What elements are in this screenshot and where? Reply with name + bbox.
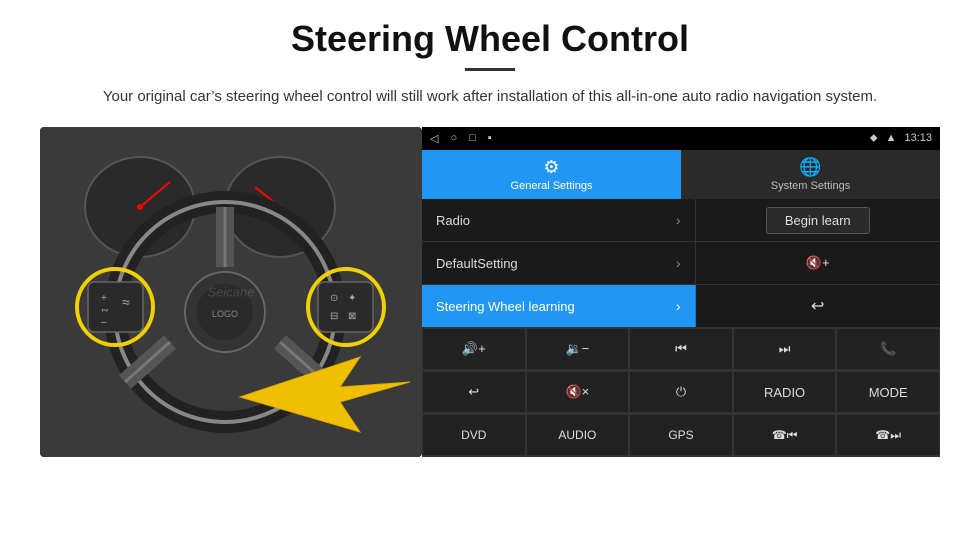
tab-system-label: System Settings xyxy=(771,180,850,192)
phone-next-btn[interactable]: ☎⏭ xyxy=(836,414,940,456)
default-label: DefaultSetting xyxy=(436,256,518,271)
phone-next-icon: ☎⏭ xyxy=(875,428,901,443)
wifi-icon: ▲ xyxy=(886,132,897,144)
title-divider xyxy=(465,68,515,71)
gps-btn[interactable]: GPS xyxy=(629,414,733,456)
hangup-icon: ↩ xyxy=(811,296,824,316)
controls-grid-row1: 🔊+ 🔉− ⏮ ⏭ 📞 xyxy=(422,328,940,371)
hangup-phone-icon: ↩ xyxy=(468,384,479,400)
prev-icon: ⏮ xyxy=(675,341,687,357)
tab-general-settings[interactable]: ⚙ General Settings xyxy=(422,150,681,199)
status-bar-left: ◁ ○ □ ▪ xyxy=(430,132,492,145)
ctrl-btn-hangup[interactable]: ↩ xyxy=(696,285,941,327)
mute-btn[interactable]: 🔇× xyxy=(526,371,630,413)
status-bar: ◁ ○ □ ▪ ⬥ ▲ 13:13 xyxy=(422,127,940,150)
page-container: Steering Wheel Control Your original car… xyxy=(0,0,980,467)
steering-row: Steering Wheel learning › ↩ xyxy=(422,285,940,328)
page-title: Steering Wheel Control xyxy=(40,18,940,60)
system-icon: 🌐 xyxy=(799,157,821,178)
prev-btn[interactable]: ⏮ xyxy=(629,328,733,370)
tab-system-settings[interactable]: 🌐 System Settings xyxy=(681,150,940,199)
ctrl-btn-volup[interactable]: 🔇+ xyxy=(696,242,941,284)
content-rows: Radio › Begin learn DefaultSetting › 🔇+ xyxy=(422,199,940,457)
home-icon: ○ xyxy=(450,132,457,144)
dvd-btn[interactable]: DVD xyxy=(422,414,526,456)
svg-text:LOGO: LOGO xyxy=(212,309,238,319)
begin-learn-button[interactable]: Begin learn xyxy=(766,207,870,234)
phone-btn[interactable]: 📞 xyxy=(836,328,940,370)
next-btn[interactable]: ⏭ xyxy=(733,328,837,370)
steering-label: Steering Wheel learning xyxy=(436,299,575,314)
hangup-btn[interactable]: ↩ xyxy=(422,371,526,413)
controls-grid-row2: ↩ 🔇× ⏻ RADIO MODE xyxy=(422,371,940,414)
svg-text:✦: ✦ xyxy=(348,293,356,304)
radio-label: Radio xyxy=(436,213,470,228)
svg-text:⊙: ⊙ xyxy=(330,293,338,304)
radio-menu-item[interactable]: Radio › xyxy=(422,199,696,241)
phone-prev-btn[interactable]: ☎⏮ xyxy=(733,414,837,456)
status-time: 13:13 xyxy=(904,132,932,144)
svg-text:⊠: ⊠ xyxy=(348,311,356,322)
bottom-buttons-row: DVD AUDIO GPS ☎⏮ ☎⏭ xyxy=(422,414,940,457)
vol-up-btn[interactable]: 🔊+ xyxy=(422,328,526,370)
audio-label: AUDIO xyxy=(558,428,596,442)
power-btn[interactable]: ⏻ xyxy=(629,371,733,413)
tab-bar: ⚙ General Settings 🌐 System Settings xyxy=(422,150,940,199)
radio-row: Radio › Begin learn xyxy=(422,199,940,242)
begin-learn-area: Begin learn xyxy=(696,199,941,241)
svg-text:+: + xyxy=(101,293,107,304)
status-bar-right: ⬥ ▲ 13:13 xyxy=(870,132,932,145)
svg-text:⊟: ⊟ xyxy=(330,311,338,322)
phone-icon: 📞 xyxy=(880,341,896,357)
vol-up-icon: 🔇+ xyxy=(806,255,830,271)
location-icon: ⬥ xyxy=(870,132,878,145)
radio-btn[interactable]: RADIO xyxy=(733,371,837,413)
menu-icon: ▪ xyxy=(488,132,492,144)
page-subtitle: Your original car’s steering wheel contr… xyxy=(40,85,940,109)
mute-icon: 🔇× xyxy=(566,384,590,400)
tab-general-label: General Settings xyxy=(511,180,593,192)
default-setting-item[interactable]: DefaultSetting › xyxy=(422,242,696,284)
svg-text:–: – xyxy=(101,317,107,328)
steering-menu-item[interactable]: Steering Wheel learning › xyxy=(422,285,696,327)
content-area: LOGO + ∾ – ≈ ⊙ ✦ ⊟ ⊠ xyxy=(40,127,940,457)
vol-down-btn[interactable]: 🔉− xyxy=(526,328,630,370)
dvd-label: DVD xyxy=(461,428,486,442)
vol-up-label: 🔊+ xyxy=(462,341,486,357)
car-image: LOGO + ∾ – ≈ ⊙ ✦ ⊟ ⊠ xyxy=(40,127,422,457)
gear-icon: ⚙ xyxy=(543,157,559,178)
back-icon: ◁ xyxy=(430,132,438,145)
mode-btn[interactable]: MODE xyxy=(836,371,940,413)
car-image-bg: LOGO + ∾ – ≈ ⊙ ✦ ⊟ ⊠ xyxy=(40,127,422,457)
vol-down-label: 🔉− xyxy=(566,341,590,357)
next-icon: ⏭ xyxy=(779,341,791,357)
mode-label: MODE xyxy=(869,385,908,400)
default-setting-row: DefaultSetting › 🔇+ xyxy=(422,242,940,285)
default-arrow: › xyxy=(676,255,681,271)
gps-label: GPS xyxy=(668,428,693,442)
svg-text:∾: ∾ xyxy=(101,305,109,315)
steering-wheel-svg: LOGO + ∾ – ≈ ⊙ ✦ ⊟ ⊠ xyxy=(40,127,422,457)
radio-arrow: › xyxy=(676,212,681,228)
audio-btn[interactable]: AUDIO xyxy=(526,414,630,456)
power-icon: ⏻ xyxy=(676,384,686,400)
phone-prev-icon: ☎⏮ xyxy=(772,428,798,443)
android-panel: ◁ ○ □ ▪ ⬥ ▲ 13:13 ⚙ General Settings xyxy=(422,127,940,457)
radio-btn-label: RADIO xyxy=(764,385,805,400)
steering-arrow: › xyxy=(676,298,681,314)
recents-icon: □ xyxy=(469,132,476,144)
svg-text:≈: ≈ xyxy=(122,294,130,310)
